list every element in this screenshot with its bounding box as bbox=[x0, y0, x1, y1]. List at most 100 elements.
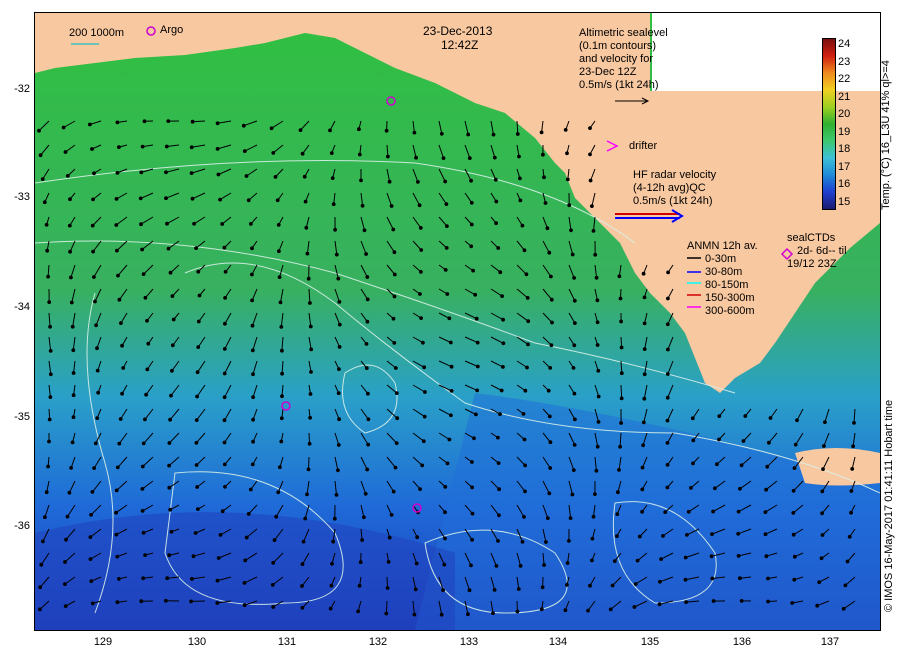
velocity-arrow-head bbox=[222, 371, 227, 376]
velocity-arrow-head bbox=[441, 156, 446, 161]
velocity-arrow-head bbox=[522, 437, 527, 442]
velocity-arrow-head bbox=[642, 396, 647, 401]
velocity-arrow-head bbox=[164, 598, 168, 603]
velocity-arrow-head bbox=[93, 441, 98, 446]
velocity-arrow-head bbox=[541, 152, 545, 157]
velocity-arrow-head bbox=[364, 366, 369, 371]
velocity-arrow-head bbox=[114, 197, 119, 201]
velocity-arrow-head bbox=[501, 365, 505, 369]
velocity-arrow-head bbox=[88, 535, 93, 539]
velocity-arrow-head bbox=[308, 324, 313, 329]
velocity-arrow-head bbox=[691, 461, 695, 466]
velocity-arrow-head bbox=[418, 226, 423, 230]
velocity-arrow-head bbox=[250, 298, 255, 303]
velocity-arrow-head bbox=[491, 132, 496, 137]
velocity-arrow-head bbox=[619, 396, 624, 401]
velocity-arrow-head bbox=[467, 588, 472, 593]
velocity-arrow-head bbox=[590, 204, 594, 209]
velocity-arrow-head bbox=[242, 581, 247, 585]
velocity-arrow-head bbox=[791, 488, 796, 493]
velocity-arrow-head bbox=[847, 534, 852, 539]
velocity-arrow-head bbox=[498, 412, 502, 417]
velocity-arrow-head bbox=[393, 366, 398, 370]
velocity-arrow-head bbox=[470, 511, 475, 516]
velocity-arrow-head bbox=[194, 440, 199, 445]
velocity-arrow-head bbox=[466, 612, 470, 617]
velocity-arrow-head bbox=[472, 436, 476, 441]
velocity-arrow-head bbox=[164, 144, 169, 149]
velocity-arrow-head bbox=[63, 582, 67, 586]
velocity-arrow-head bbox=[92, 171, 96, 176]
velocity-arrow-head bbox=[419, 316, 424, 321]
velocity-arrow-head bbox=[365, 319, 370, 324]
velocity-arrow-head bbox=[140, 509, 145, 513]
velocity-arrow-head bbox=[591, 229, 596, 233]
velocity-arrow-head bbox=[417, 203, 422, 208]
velocity-arrow-head bbox=[593, 492, 597, 497]
velocity-arrow-head bbox=[391, 316, 396, 321]
velocity-arrow-head bbox=[608, 607, 613, 612]
velocity-arrow-head bbox=[222, 418, 227, 423]
velocity-arrow-head bbox=[588, 152, 592, 157]
velocity-arrow-head bbox=[141, 272, 146, 277]
velocity-arrow-head bbox=[586, 608, 590, 613]
colorbar-tick-label: 16 bbox=[838, 178, 851, 190]
velocity-arrow-head bbox=[48, 324, 53, 329]
velocity-arrow-head bbox=[515, 132, 520, 136]
velocity-arrow-head bbox=[357, 127, 361, 132]
velocity-arrow-head bbox=[665, 418, 670, 423]
velocity-arrow-head bbox=[443, 510, 447, 515]
velocity-arrow-head bbox=[642, 321, 647, 326]
velocity-arrow-head bbox=[44, 222, 49, 227]
velocity-arrow-head bbox=[539, 130, 544, 135]
velocity-arrow-head bbox=[617, 274, 622, 279]
velocity-arrow-head bbox=[469, 563, 473, 568]
velocity-arrow-head bbox=[449, 364, 454, 369]
velocity-arrow-head bbox=[588, 126, 592, 130]
velocity-arrow-head bbox=[45, 248, 50, 253]
y-tick-label: -35 bbox=[14, 411, 30, 423]
velocity-arrow-head bbox=[69, 300, 74, 305]
velocity-arrow-head bbox=[596, 368, 601, 373]
velocity-arrow-head bbox=[272, 538, 277, 542]
colorbar-tick-label: 23 bbox=[838, 55, 851, 68]
velocity-arrow-head bbox=[443, 485, 448, 489]
velocity-arrow-head bbox=[496, 246, 501, 250]
velocity-arrow-head bbox=[817, 580, 822, 585]
velocity-arrow-head bbox=[308, 301, 312, 305]
velocity-arrow-head bbox=[492, 155, 497, 160]
velocity-arrow-head bbox=[820, 533, 825, 537]
velocity-arrow-head bbox=[475, 364, 480, 369]
colorbar-tick-label: 22 bbox=[838, 73, 851, 85]
velocity-arrow-head bbox=[117, 297, 122, 302]
velocity-arrow-head bbox=[337, 345, 342, 349]
velocity-arrow-head bbox=[548, 366, 553, 370]
velocity-arrow-head bbox=[421, 340, 425, 345]
velocity-arrow-head bbox=[215, 578, 220, 583]
velocity-arrow-head bbox=[250, 246, 254, 251]
velocity-arrow-head bbox=[619, 421, 623, 425]
velocity-arrow-head bbox=[67, 490, 72, 495]
velocity-arrow-head bbox=[610, 583, 615, 588]
velocity-arrow-head bbox=[683, 555, 688, 560]
velocity-arrow-head bbox=[46, 274, 51, 279]
velocity-arrow-head bbox=[251, 417, 256, 422]
velocity-arrow-head bbox=[466, 132, 471, 137]
velocity-arrow-head bbox=[616, 490, 620, 495]
velocity-arrow-head bbox=[792, 554, 797, 559]
velocity-arrow-head bbox=[763, 532, 768, 537]
velocity-arrow-head bbox=[499, 388, 504, 393]
velocity-arrow-head bbox=[274, 514, 279, 519]
velocity-arrow-head bbox=[470, 460, 474, 464]
velocity-arrow-head bbox=[686, 509, 691, 514]
velocity-arrow-head bbox=[250, 272, 254, 277]
velocity-arrow-head bbox=[334, 493, 339, 497]
velocity-arrow-head bbox=[143, 295, 148, 300]
velocity-arrow-head bbox=[763, 510, 768, 515]
velocity-arrow-head bbox=[851, 444, 855, 449]
velocity-arrow-head bbox=[710, 532, 714, 536]
velocity-arrow-head bbox=[278, 300, 283, 305]
velocity-arrow-head bbox=[366, 417, 371, 422]
velocity-arrow-head bbox=[595, 298, 600, 303]
velocity-arrow-head bbox=[657, 602, 662, 607]
